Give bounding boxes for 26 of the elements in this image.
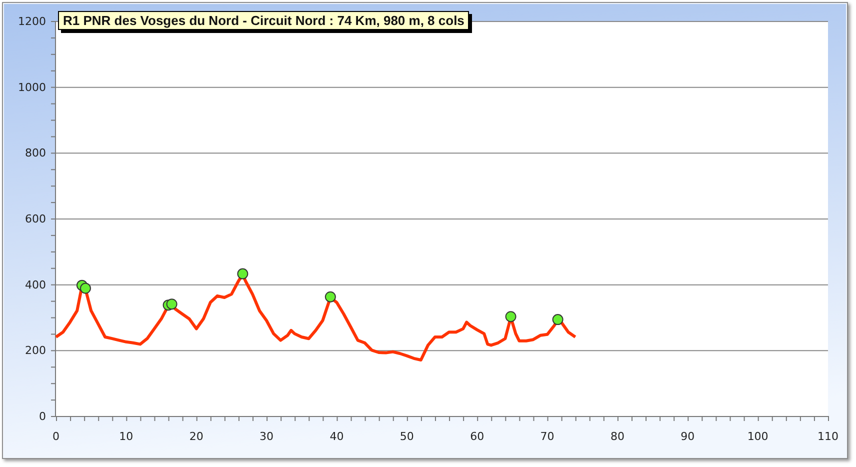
- x-tick-label: 80: [610, 430, 624, 443]
- y-tick-label: 200: [25, 344, 46, 358]
- col-marker: [166, 298, 178, 310]
- y-tick-label: 400: [25, 278, 46, 292]
- x-tick-label: 30: [260, 430, 274, 443]
- x-tick-label: 90: [680, 430, 695, 443]
- x-tick-label: 10: [119, 430, 134, 443]
- col-marker: [237, 268, 248, 280]
- x-tick-label: 60: [470, 430, 484, 443]
- x-tick-label: 110: [818, 430, 838, 443]
- chart-title: R1 PNR des Vosges du Nord - Circuit Nord : 74 Km, 980 m, 8 cols: [58, 11, 470, 30]
- col-marker: [80, 282, 91, 294]
- x-tick-label: 20: [189, 430, 204, 443]
- col-marker: [324, 291, 336, 302]
- x-tick-label: 40: [330, 430, 344, 443]
- x-tick-label: 70: [540, 430, 554, 443]
- y-tick-label: 800: [25, 146, 46, 160]
- col-marker: [505, 311, 516, 322]
- x-tick-label: 0: [52, 430, 60, 443]
- y-tick-label: 0: [39, 410, 46, 423]
- y-tick-label: 600: [25, 212, 46, 226]
- x-tick-label: 100: [747, 430, 768, 443]
- col-marker: [552, 314, 564, 326]
- y-tick-label: 1000: [18, 80, 46, 94]
- y-tick-label: 1200: [18, 15, 46, 28]
- x-tick-label: 50: [400, 430, 414, 443]
